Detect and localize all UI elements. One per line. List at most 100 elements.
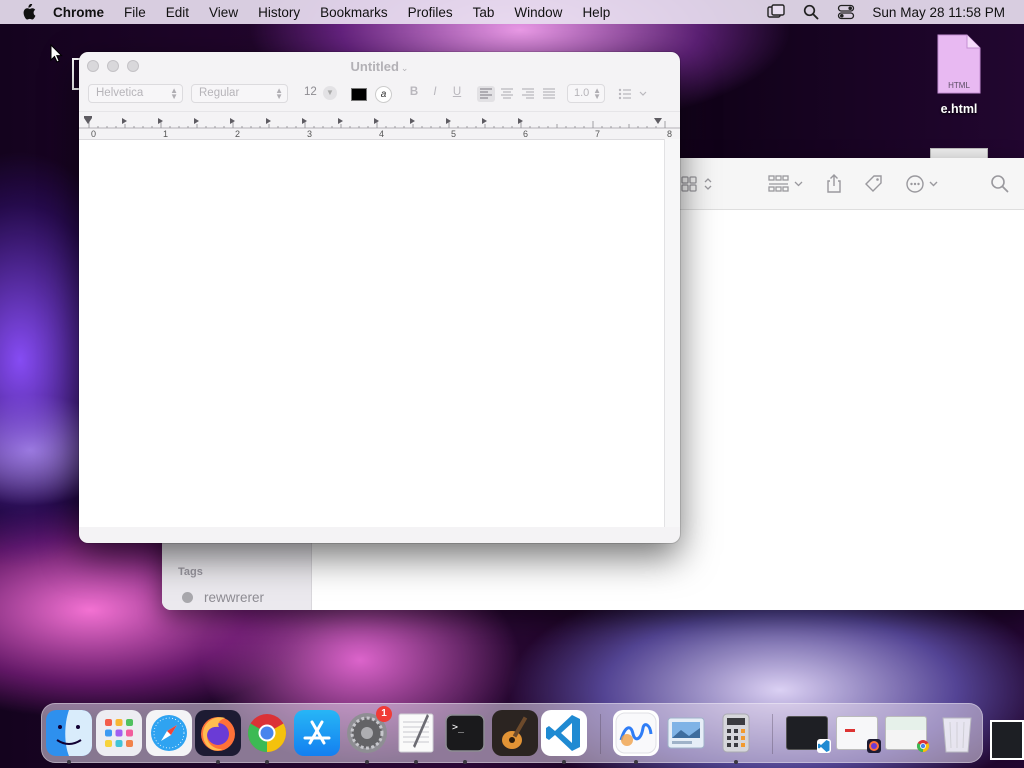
- tag-icon[interactable]: [864, 174, 884, 194]
- menu-edit[interactable]: Edit: [166, 5, 189, 20]
- dock-calculator[interactable]: [713, 710, 759, 764]
- apple-logo-icon[interactable]: [17, 4, 39, 20]
- view-grid-icon[interactable]: [681, 174, 715, 194]
- menu-history[interactable]: History: [258, 5, 300, 20]
- textedit-titlebar[interactable]: Untitled ⌄: [79, 52, 680, 80]
- align-right-button[interactable]: [519, 86, 537, 102]
- align-center-button[interactable]: [498, 86, 516, 102]
- tab-stop-marker: [158, 118, 163, 124]
- dock-firefox[interactable]: [195, 710, 241, 764]
- menu-bar-clock[interactable]: Sun May 28 11:58 PM: [872, 5, 1005, 20]
- tab-stop-marker: [338, 118, 343, 124]
- chevron-down-icon[interactable]: ▼: [323, 86, 337, 100]
- browser-window-thumbnail[interactable]: [836, 716, 881, 753]
- menu-help[interactable]: Help: [582, 5, 610, 20]
- desktop-corner-thumbnail[interactable]: [990, 720, 1024, 760]
- menu-file[interactable]: File: [124, 5, 146, 20]
- list-bullets-icon[interactable]: [617, 86, 651, 102]
- notification-badge: 1: [376, 706, 392, 722]
- vscode-window-thumbnail[interactable]: [786, 716, 831, 753]
- dock-garageband[interactable]: [492, 710, 538, 756]
- font-style-value: Regular: [199, 87, 240, 99]
- document-text-area[interactable]: [79, 139, 664, 527]
- chrome-icon: [916, 739, 930, 753]
- control-center-icon[interactable]: [837, 4, 855, 20]
- desktop-file-e-html[interactable]: HTML e.html: [926, 34, 992, 116]
- align-left-button[interactable]: [477, 86, 495, 102]
- dock-finder[interactable]: [46, 710, 92, 764]
- menu-window[interactable]: Window: [514, 5, 562, 20]
- menu-tab[interactable]: Tab: [473, 5, 495, 20]
- align-left-icon: [480, 88, 492, 99]
- ruler-number: 4: [379, 129, 384, 139]
- chrome-window-thumbnail[interactable]: [885, 716, 930, 753]
- bold-button[interactable]: B: [406, 86, 422, 98]
- ruler-number: 7: [595, 129, 600, 139]
- tab-stop-marker: [194, 118, 199, 124]
- running-indicator: [734, 760, 738, 764]
- ruler[interactable]: 0 1 2 3 4 5 6 7 8: [79, 111, 680, 139]
- vscode-icon: [541, 710, 587, 756]
- dock-separator: [600, 714, 601, 754]
- tab-stop-marker: [410, 118, 415, 124]
- dock-preview[interactable]: [663, 710, 709, 756]
- garageband-icon: [492, 710, 538, 756]
- dock-textedit[interactable]: [393, 710, 439, 764]
- italic-button[interactable]: I: [427, 86, 443, 98]
- dock-chrome[interactable]: [244, 710, 290, 764]
- vertical-scrollbar[interactable]: [664, 139, 680, 527]
- running-indicator: [67, 760, 71, 764]
- group-by-icon[interactable]: [768, 174, 806, 194]
- dock-app-store[interactable]: [294, 710, 340, 756]
- finder-icon: [46, 710, 92, 756]
- screen-mirroring-icon[interactable]: [767, 4, 786, 20]
- running-indicator: [463, 760, 467, 764]
- tab-stop-marker: [230, 118, 235, 124]
- mouse-cursor-icon: [50, 44, 63, 63]
- menu-chrome[interactable]: Chrome: [53, 5, 104, 20]
- action-ellipsis-icon[interactable]: [905, 174, 941, 194]
- font-size-combo[interactable]: 12 ▼: [297, 84, 339, 103]
- dock-vscode[interactable]: [541, 710, 587, 764]
- dock-separator: [772, 714, 773, 754]
- desktop-second-file-icon[interactable]: [930, 148, 988, 158]
- sidebar-tag-label: rewwrerer: [204, 590, 265, 605]
- dock-trash[interactable]: [934, 710, 980, 756]
- dock-system-preferences[interactable]: 1: [344, 706, 392, 764]
- running-indicator: [365, 760, 369, 764]
- dock-freeform[interactable]: [613, 710, 659, 764]
- line-spacing-select[interactable]: 1.0 ▲ ▼: [567, 84, 605, 103]
- tab-stop-marker: [302, 118, 307, 124]
- menu-view[interactable]: View: [209, 5, 238, 20]
- app-store-icon: [294, 710, 340, 756]
- highlight-color-button[interactable]: a: [375, 86, 392, 103]
- align-justify-button[interactable]: [540, 86, 558, 102]
- running-indicator: [414, 760, 418, 764]
- html-document-icon: HTML: [937, 34, 981, 94]
- textedit-window[interactable]: Untitled ⌄ Helvetica ▲ ▼ Regular ▲ ▼ 12 ▼ a…: [79, 52, 680, 543]
- menu-bookmarks[interactable]: Bookmarks: [320, 5, 388, 20]
- font-style-select[interactable]: Regular ▲ ▼: [191, 84, 288, 103]
- document-title[interactable]: Untitled ⌄: [79, 59, 680, 74]
- share-icon[interactable]: [825, 174, 843, 194]
- menu-profiles[interactable]: Profiles: [408, 5, 453, 20]
- font-family-select[interactable]: Helvetica ▲ ▼: [88, 84, 183, 103]
- font-size-value: 12: [304, 86, 317, 98]
- underline-button[interactable]: U: [449, 86, 465, 98]
- html-type-label: HTML: [948, 81, 970, 90]
- ruler-scale: 0 1 2 3 4 5 6 7 8: [79, 116, 680, 139]
- tab-stop-marker: [446, 118, 451, 124]
- dock-launchpad[interactable]: [96, 710, 142, 756]
- sidebar-tag-item[interactable]: rewwrerer: [182, 590, 264, 605]
- dock-safari[interactable]: [146, 710, 192, 756]
- chrome-icon: [244, 710, 290, 756]
- sidebar-tags-header: Tags: [178, 566, 203, 578]
- spotlight-search-icon[interactable]: [802, 4, 820, 20]
- firefox-icon: [867, 739, 881, 753]
- align-justify-icon: [543, 88, 555, 99]
- text-color-well[interactable]: [351, 88, 367, 101]
- search-icon[interactable]: [990, 174, 1010, 194]
- dock-terminal[interactable]: >_: [442, 710, 488, 764]
- left-indent-marker: [84, 118, 92, 124]
- vscode-icon: [817, 739, 831, 753]
